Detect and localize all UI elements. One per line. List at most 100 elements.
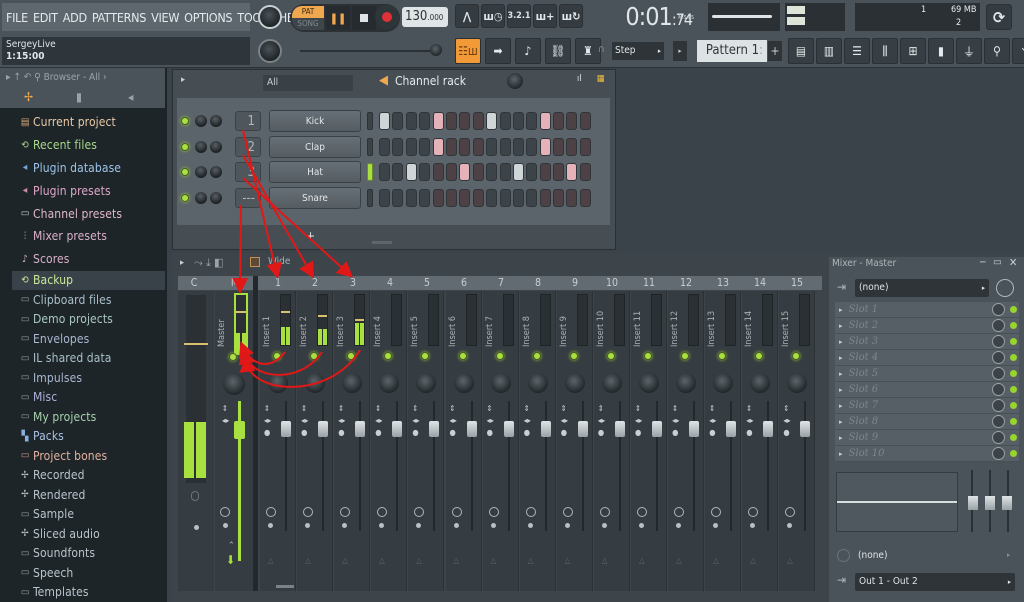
browser-plugins-tab-icon[interactable]: ◂: [128, 90, 133, 104]
insert-stereo-icons[interactable]: ⇕ ◂▸ ●: [635, 403, 642, 439]
mixer-tools-icon[interactable]: ⤳ ⤓ ◧: [194, 256, 223, 270]
step-button[interactable]: [499, 163, 511, 181]
step-button[interactable]: [512, 163, 524, 181]
step-button[interactable]: [486, 188, 498, 207]
channel-pan-knob[interactable]: [210, 140, 222, 153]
master-fader[interactable]: [234, 421, 245, 439]
browser-item[interactable]: ◂ Plugin presets: [12, 179, 165, 202]
insert-route-arrow-icon[interactable]: △: [528, 556, 534, 565]
insert-latency-icon[interactable]: [525, 507, 536, 517]
slot-arrow-icon[interactable]: ▸: [839, 402, 843, 410]
slot-arrow-icon[interactable]: ▸: [839, 306, 843, 314]
slot-mix-knob[interactable]: [992, 303, 1005, 316]
browser-item[interactable]: ▚ Packs: [12, 427, 165, 447]
insert-latency-icon[interactable]: [674, 507, 685, 517]
insert-volume-fader[interactable]: [318, 421, 329, 437]
route-dot[interactable]: [194, 525, 199, 530]
mixer-track-number[interactable]: 3: [350, 276, 356, 290]
slot-enable-led[interactable]: [1010, 434, 1017, 441]
slot-enable-led[interactable]: [1010, 354, 1017, 361]
insert-volume-fader[interactable]: [392, 421, 403, 437]
insert-enable-led[interactable]: [458, 352, 467, 360]
mixer-view-label[interactable]: Wide: [268, 256, 290, 267]
browser-item[interactable]: ⟲ Backup: [12, 270, 165, 291]
master-latency-icon[interactable]: [220, 507, 230, 517]
effect-slot[interactable]: ▸ Slot 1: [835, 302, 1019, 318]
insert-volume-fader[interactable]: [652, 421, 662, 437]
step-button[interactable]: [405, 188, 417, 207]
menu-options[interactable]: OPTIONS: [184, 10, 232, 25]
mixer-track-number[interactable]: M: [231, 276, 239, 290]
insert-route-arrow-icon[interactable]: △: [491, 556, 497, 565]
step-button[interactable]: [459, 188, 471, 207]
step-button[interactable]: [459, 112, 471, 130]
pat-mode[interactable]: PAT: [292, 6, 324, 18]
insert-volume-fader[interactable]: [614, 421, 625, 437]
step-button[interactable]: [432, 188, 444, 207]
slot-arrow-icon[interactable]: ▸: [839, 418, 843, 426]
mixer-scrollbar[interactable]: [276, 585, 294, 588]
slot-enable-led[interactable]: [1010, 338, 1017, 345]
step-button[interactable]: [405, 137, 417, 156]
slot-arrow-icon[interactable]: ▸: [839, 434, 843, 442]
insert-route-arrow-icon[interactable]: △: [268, 556, 274, 565]
step-button[interactable]: [539, 163, 551, 181]
insert-volume-fader[interactable]: [281, 421, 291, 437]
graph-icon[interactable]: ıl: [577, 74, 582, 84]
add-channel-button[interactable]: +: [306, 229, 315, 243]
mixer-insert-strip[interactable]: Insert 1 ⇕ ◂▸ ● △: [260, 291, 296, 591]
mixer-insert-strip[interactable]: Insert 7 ⇕ ◂▸ ● △: [482, 291, 519, 591]
slot-enable-led[interactable]: [1010, 322, 1017, 329]
browser-item[interactable]: ▭ Speech: [12, 563, 165, 583]
channel-rack-button[interactable]: ☰: [844, 38, 870, 64]
channel-select-indicator[interactable]: [367, 112, 373, 130]
step-button[interactable]: [566, 163, 578, 181]
step-button[interactable]: [526, 188, 538, 207]
mixer-insert-strip[interactable]: Insert 15 ⇕ ◂▸ ● △: [779, 291, 816, 591]
insert-enable-led[interactable]: [681, 352, 690, 360]
insert-stereo-icons[interactable]: ⇕ ◂▸ ●: [264, 403, 271, 439]
step-button[interactable]: [566, 112, 578, 130]
browser-item[interactable]: ▭ Demo projects: [12, 310, 165, 330]
insert-route-dot[interactable]: [601, 523, 607, 528]
master-pan-knob[interactable]: [223, 373, 245, 395]
eq-low-slider[interactable]: [968, 496, 978, 510]
mixer-insert-strip[interactable]: Insert 11 ⇕ ◂▸ ● △: [631, 291, 667, 591]
insert-pan-knob[interactable]: [713, 373, 734, 393]
mixer-track-number[interactable]: 6: [461, 276, 467, 290]
mixer-track-number[interactable]: 2: [312, 276, 318, 290]
step-button[interactable]: [579, 188, 591, 207]
slot-enable-led[interactable]: [1010, 386, 1017, 393]
insert-volume-fader[interactable]: [466, 421, 477, 437]
effect-slot[interactable]: ▸ Slot 2: [835, 318, 1019, 334]
slot-mix-knob[interactable]: [992, 447, 1005, 460]
mixer-track-number[interactable]: 13: [717, 276, 729, 290]
browser-item[interactable]: ▭ IL shared data: [12, 349, 165, 369]
insert-latency-icon[interactable]: [637, 507, 647, 517]
loop-record-button[interactable]: ш↻: [559, 4, 583, 28]
menu-file[interactable]: FILE: [6, 10, 28, 25]
browser-all-tab-icon[interactable]: ✢: [24, 90, 33, 104]
channel-name-button[interactable]: Kick: [269, 110, 361, 132]
insert-stereo-icons[interactable]: ⇕ ◂▸ ●: [375, 403, 382, 439]
song-time-display[interactable]: 0:01:74 M:S:CS: [585, 3, 700, 31]
add-pattern-button[interactable]: +: [768, 41, 782, 61]
input-select[interactable]: (none) ▸: [855, 279, 989, 297]
output-select[interactable]: Out 1 - Out 2 ▸: [855, 573, 1015, 591]
insert-enable-led[interactable]: [718, 352, 727, 360]
pause-button[interactable]: ❚❚: [326, 6, 350, 30]
step-button[interactable]: [472, 188, 484, 207]
insert-latency-icon[interactable]: [377, 507, 388, 517]
browser-item[interactable]: ▭ Sample: [12, 505, 165, 525]
step-button[interactable]: [553, 188, 565, 207]
insert-route-dot[interactable]: [490, 523, 496, 528]
insert-pan-knob[interactable]: [342, 373, 363, 393]
insert-route-dot[interactable]: [305, 523, 311, 528]
metronome-button[interactable]: ⋀: [455, 4, 479, 28]
step-button[interactable]: [566, 188, 578, 207]
step-edit-button[interactable]: ш+: [533, 4, 557, 28]
browser-item[interactable]: ✢ Recorded: [12, 466, 165, 486]
step-button[interactable]: [432, 137, 444, 156]
song-mode[interactable]: SONG: [292, 18, 324, 30]
insert-enable-led[interactable]: [606, 352, 615, 360]
